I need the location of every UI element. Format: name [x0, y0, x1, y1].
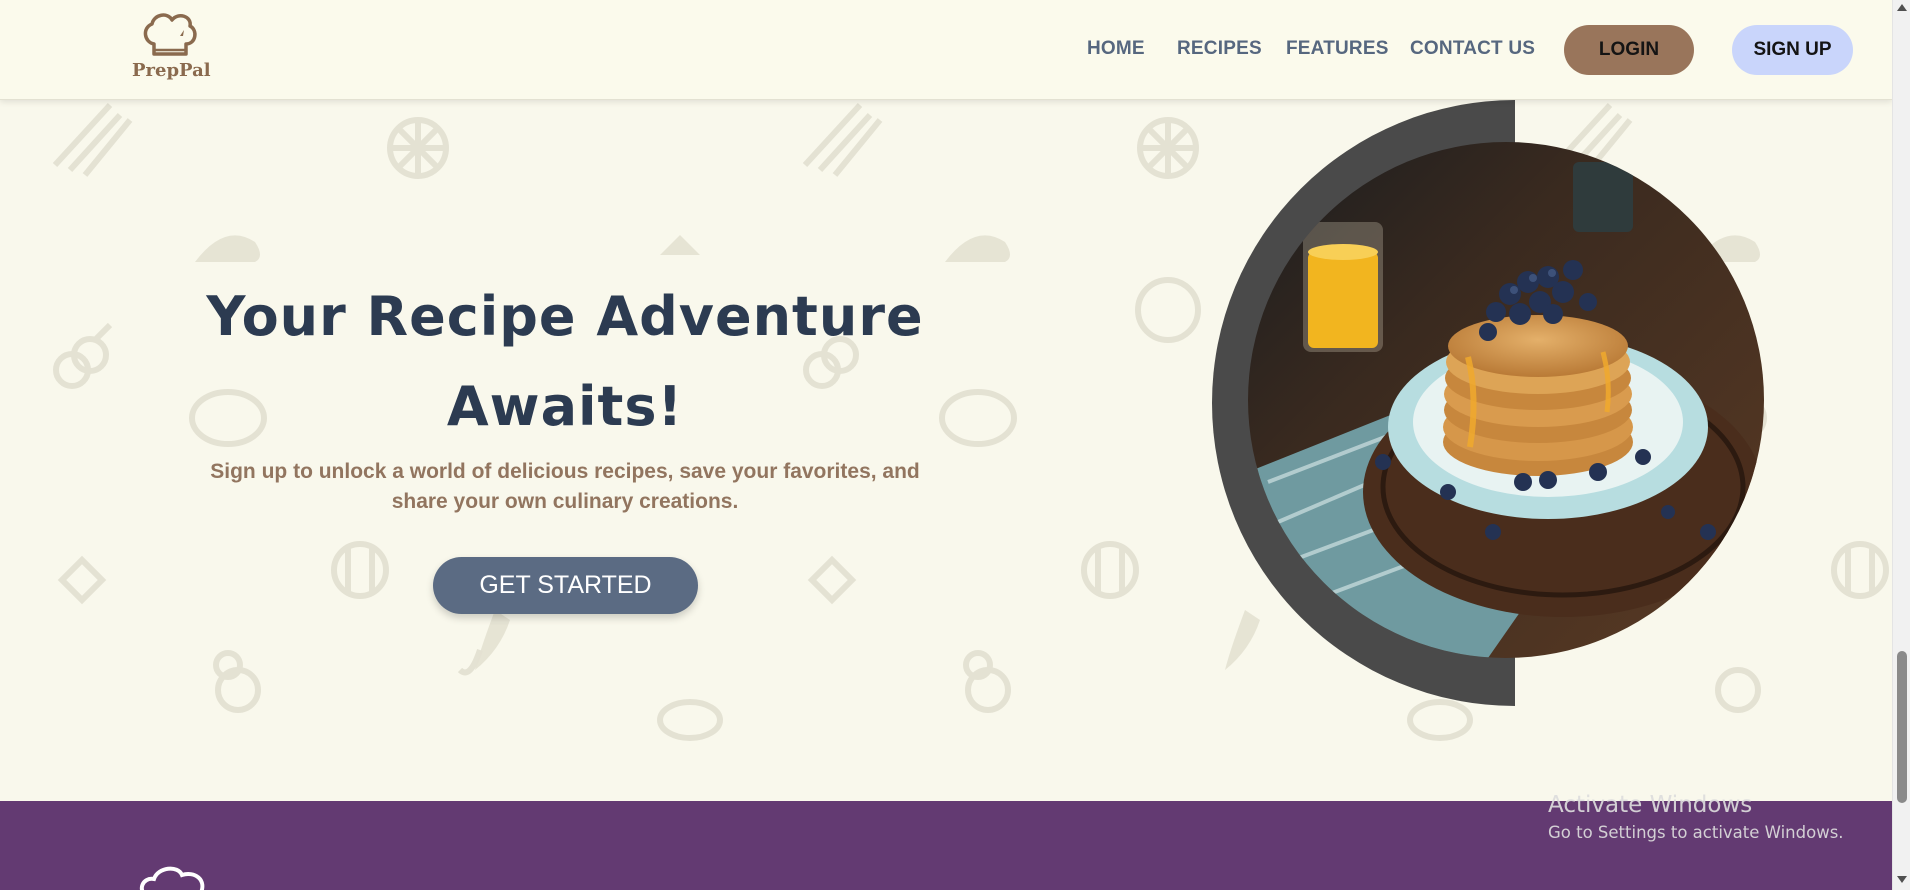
hero-subtitle: Sign up to unlock a world of delicious r…	[210, 460, 920, 513]
nav-contact-link[interactable]: CONTACT US	[1410, 38, 1535, 60]
vertical-scrollbar[interactable]	[1892, 0, 1910, 890]
nav-features-link[interactable]: FEATURES	[1286, 38, 1389, 60]
nav-home-link[interactable]: HOME	[1087, 38, 1145, 60]
get-started-button[interactable]: GET STARTED	[433, 557, 698, 614]
scroll-down-arrow-icon[interactable]	[1897, 876, 1907, 883]
chef-hat-icon	[143, 13, 197, 56]
login-button[interactable]: LOGIN	[1564, 25, 1694, 75]
scrollbar-thumb[interactable]	[1897, 651, 1907, 803]
brand-name: PrepPal	[132, 60, 211, 81]
footer-chef-hat-icon	[139, 866, 205, 890]
signup-button[interactable]: SIGN UP	[1732, 25, 1853, 75]
windows-activation-watermark: Activate Windows Go to Settings to activ…	[1548, 790, 1844, 846]
brand-logo[interactable]: PrepPal	[132, 12, 211, 84]
watermark-subtitle: Go to Settings to activate Windows.	[1548, 823, 1844, 842]
scroll-up-arrow-icon[interactable]	[1897, 4, 1907, 11]
page: PrepPal HOME RECIPES FEATURES CONTACT US…	[0, 0, 1892, 890]
nav-recipes-link[interactable]: RECIPES	[1177, 38, 1262, 60]
watermark-title: Activate Windows	[1548, 792, 1753, 818]
pancakes-photo	[1248, 142, 1764, 658]
hero-title: Your Recipe Adventure Awaits!	[206, 285, 924, 438]
navbar: PrepPal HOME RECIPES FEATURES CONTACT US…	[0, 0, 1892, 100]
